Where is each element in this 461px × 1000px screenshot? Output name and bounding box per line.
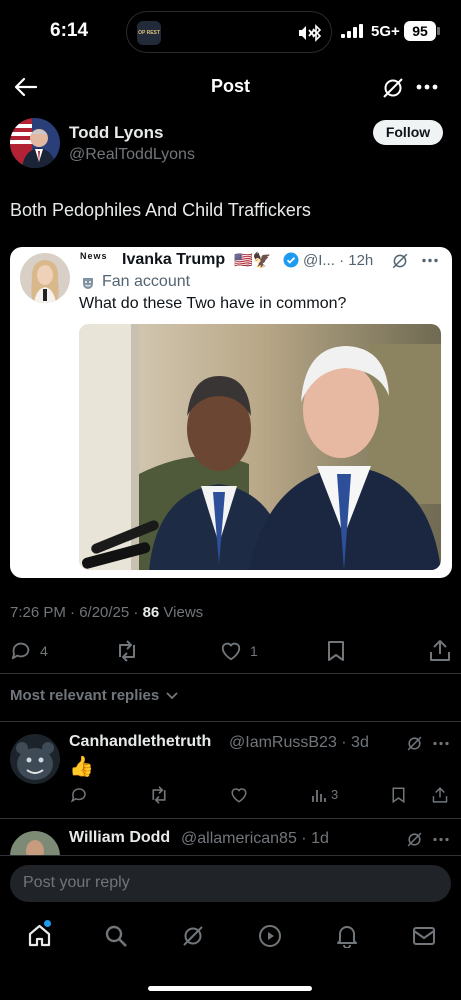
post-meta: 7:26 PM · 6/20/25 · 86 Views bbox=[10, 604, 203, 621]
reply-views-icon[interactable] bbox=[311, 787, 327, 803]
quoted-handle-time: @I... · 12h bbox=[303, 252, 374, 269]
divider bbox=[0, 673, 461, 674]
bookmark-icon[interactable] bbox=[326, 640, 346, 662]
home-notification-dot bbox=[44, 920, 51, 927]
reply-handle-time: @IamRussB23 · 3d bbox=[229, 734, 369, 751]
author-avatar[interactable] bbox=[10, 118, 60, 168]
video-icon[interactable] bbox=[258, 924, 282, 948]
reply-composer[interactable]: Post your reply bbox=[10, 865, 451, 902]
quoted-author-flags: 🇺🇸🦅 bbox=[234, 252, 272, 269]
post-timestamp: 7:26 PM · 6/20/25 · bbox=[10, 604, 143, 621]
reply-more-icon[interactable] bbox=[433, 741, 449, 746]
reply-count: 4 bbox=[40, 643, 48, 659]
post-text: Both Pedophiles And Child Traffickers bbox=[10, 200, 311, 220]
messages-icon[interactable] bbox=[412, 926, 436, 946]
reply-grok-icon[interactable] bbox=[406, 831, 423, 848]
search-icon[interactable] bbox=[104, 924, 128, 948]
views-count: 86 bbox=[142, 604, 160, 621]
grok-icon[interactable] bbox=[381, 76, 405, 100]
home-indicator[interactable] bbox=[148, 986, 312, 991]
network-type: 5G+ bbox=[371, 23, 400, 40]
follow-button[interactable]: Follow bbox=[373, 120, 443, 145]
reply-more-icon[interactable] bbox=[433, 837, 449, 842]
reply-share-icon[interactable] bbox=[432, 786, 448, 804]
battery-indicator: 95 bbox=[404, 21, 436, 41]
divider bbox=[0, 721, 461, 722]
divider bbox=[0, 855, 461, 856]
quoted-post-image[interactable] bbox=[79, 324, 441, 570]
reply-text: 👍 bbox=[69, 756, 94, 778]
reply-views-count: 3 bbox=[331, 787, 339, 802]
reply-bookmark-icon[interactable] bbox=[391, 786, 406, 804]
reply-item[interactable]: William Dodd @allamerican85 · 1d bbox=[0, 819, 461, 855]
news-badge: News bbox=[80, 251, 108, 261]
like-icon[interactable] bbox=[220, 640, 242, 662]
cellular-signal-icon bbox=[341, 24, 363, 38]
status-time: 6:14 bbox=[50, 20, 89, 41]
author-name[interactable]: Todd Lyons bbox=[69, 123, 163, 143]
grok-icon[interactable] bbox=[181, 924, 205, 948]
quoted-post-text: What do these Two have in common? bbox=[79, 295, 347, 312]
reply-grok-icon[interactable] bbox=[406, 735, 423, 752]
reply-input-placeholder[interactable]: Post your reply bbox=[23, 874, 130, 892]
fan-account-label: Fan account bbox=[102, 273, 191, 290]
chevron-down-icon bbox=[166, 692, 179, 700]
dynamic-island: OP REST bbox=[126, 11, 332, 53]
verified-badge-icon bbox=[283, 252, 299, 268]
reply-icon[interactable] bbox=[10, 640, 32, 662]
notifications-icon[interactable] bbox=[336, 924, 358, 948]
sort-replies-label: Most relevant replies bbox=[10, 687, 160, 704]
more-icon[interactable] bbox=[416, 84, 438, 90]
battery-tip bbox=[437, 27, 440, 35]
like-count: 1 bbox=[250, 643, 258, 659]
reply-handle-time: @allamerican85 · 1d bbox=[181, 830, 329, 847]
reply-avatar[interactable] bbox=[10, 734, 60, 784]
share-icon[interactable] bbox=[429, 639, 451, 662]
reply-avatar[interactable] bbox=[10, 831, 60, 855]
fan-account-icon bbox=[83, 278, 93, 289]
reply-author-name[interactable]: Canhandlethetruth bbox=[69, 733, 211, 751]
repost-icon[interactable] bbox=[115, 640, 139, 662]
quoted-author-name[interactable]: Ivanka Trump bbox=[122, 251, 225, 269]
island-app-icon: OP REST bbox=[137, 21, 161, 45]
quoted-author-avatar[interactable] bbox=[20, 253, 70, 303]
author-handle[interactable]: @RealToddLyons bbox=[69, 146, 195, 164]
reply-repost-icon[interactable] bbox=[149, 786, 169, 804]
views-label: Views bbox=[159, 604, 204, 621]
quoted-grok-icon[interactable] bbox=[391, 252, 409, 270]
sort-replies-dropdown[interactable]: Most relevant replies bbox=[10, 687, 179, 704]
reply-author-name[interactable]: William Dodd bbox=[69, 829, 170, 847]
bluetooth-icon bbox=[312, 24, 322, 42]
quoted-post-card[interactable]: News Ivanka Trump 🇺🇸🦅 @I... · 12h Fan ac… bbox=[10, 247, 452, 578]
reply-like-icon[interactable] bbox=[230, 786, 248, 804]
reply-reply-icon[interactable] bbox=[70, 786, 88, 804]
quoted-more-icon[interactable] bbox=[422, 258, 438, 263]
